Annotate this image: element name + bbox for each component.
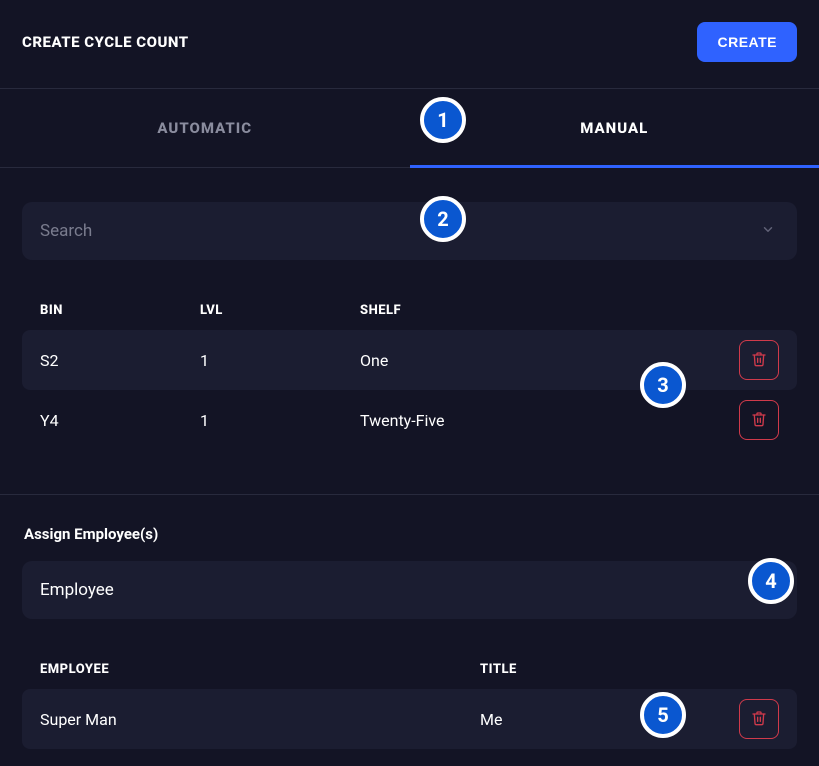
annotation-badge-4: 4 (748, 558, 794, 604)
tab-automatic[interactable]: AUTOMATIC (0, 89, 410, 167)
col-header-title: TITLE (480, 662, 735, 677)
cell-shelf: Twenty-Five (360, 411, 735, 430)
annotation-badge-3: 3 (640, 362, 686, 408)
trash-icon (751, 351, 767, 370)
employee-table: EMPLOYEE TITLE Super Man Me (22, 649, 797, 749)
delete-row-button[interactable] (739, 699, 779, 739)
col-header-lvl: LVL (200, 303, 360, 318)
cell-bin: S2 (40, 351, 200, 370)
bin-table-header: BIN LVL SHELF (22, 290, 797, 330)
employee-select[interactable]: Employee (22, 561, 797, 619)
cell-lvl: 1 (200, 351, 360, 370)
search-input[interactable]: Search (22, 202, 797, 260)
employee-select-value: Employee (40, 580, 114, 600)
cell-actions (735, 340, 779, 380)
header: CREATE CYCLE COUNT CREATE (0, 0, 819, 88)
create-button[interactable]: CREATE (697, 22, 797, 62)
cell-bin: Y4 (40, 411, 200, 430)
col-header-employee: EMPLOYEE (40, 662, 480, 677)
annotation-badge-2: 2 (420, 196, 466, 242)
cell-employee: Super Man (40, 710, 480, 729)
assign-section: Assign Employee(s) Employee EMPLOYEE TIT… (0, 495, 819, 749)
cell-actions (735, 699, 779, 739)
page-title: CREATE CYCLE COUNT (22, 33, 189, 51)
cell-shelf: One (360, 351, 735, 370)
employee-table-header: EMPLOYEE TITLE (22, 649, 797, 689)
annotation-badge-1: 1 (420, 97, 466, 143)
cell-lvl: 1 (200, 411, 360, 430)
chevron-down-icon (761, 222, 775, 241)
search-placeholder: Search (40, 221, 92, 241)
delete-row-button[interactable] (739, 340, 779, 380)
col-header-shelf: SHELF (360, 303, 735, 318)
tab-manual[interactable]: MANUAL (410, 89, 819, 167)
annotation-badge-5: 5 (640, 692, 686, 738)
main-content: Search BIN LVL SHELF S2 1 One (0, 168, 819, 494)
assign-heading: Assign Employee(s) (24, 525, 797, 543)
col-header-bin: BIN (40, 303, 200, 318)
trash-icon (751, 710, 767, 729)
cell-actions (735, 400, 779, 440)
cell-title: Me (480, 710, 735, 729)
trash-icon (751, 411, 767, 430)
tabs: AUTOMATIC MANUAL (0, 89, 819, 168)
delete-row-button[interactable] (739, 400, 779, 440)
